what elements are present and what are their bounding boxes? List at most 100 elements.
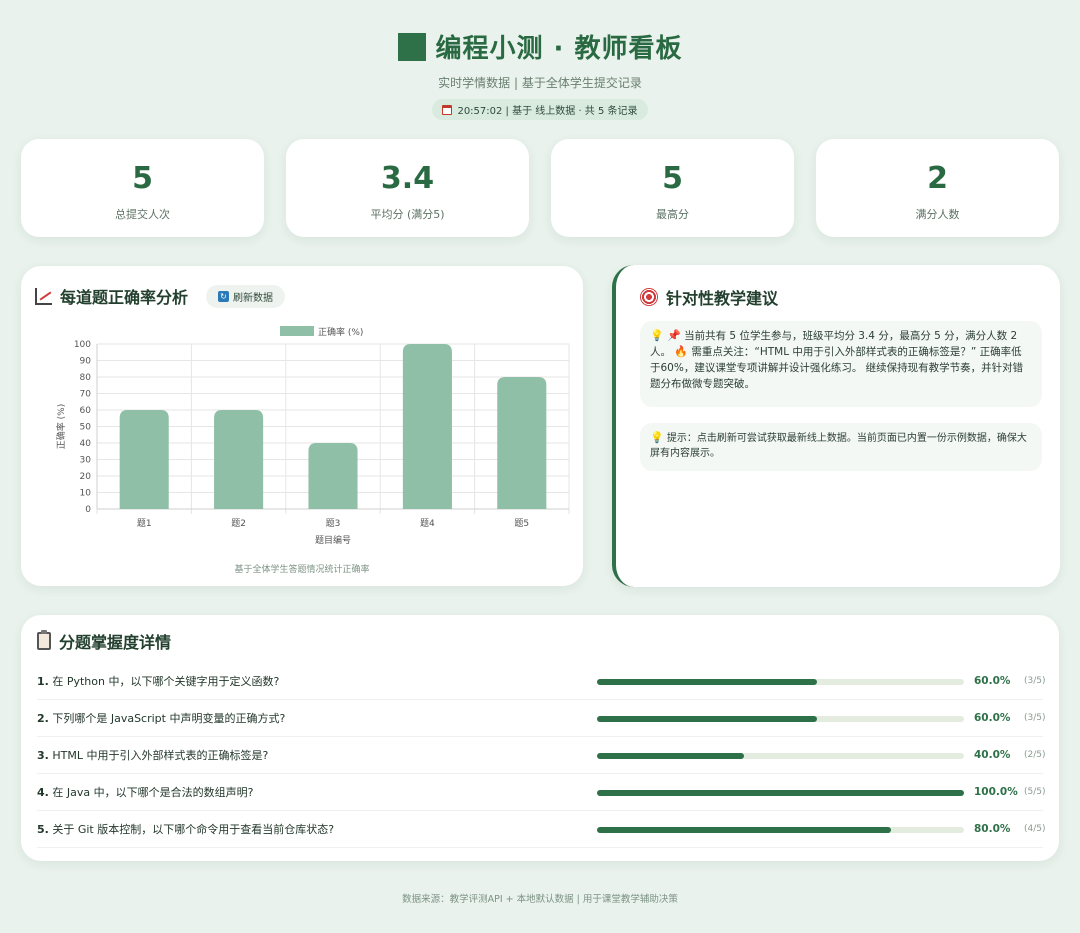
question-row: 2. 下列哪个是 JavaScript 中声明变量的正确方式? 60.0% (3…: [37, 700, 1046, 737]
correct-count: (3/5): [1024, 713, 1046, 723]
correct-count: (5/5): [1024, 787, 1046, 797]
stat-card-submissions: 5 总提交人次: [21, 139, 264, 237]
progress-track: [597, 716, 964, 722]
advice-title: 针对性教学建议: [666, 289, 779, 308]
question-text: 2. 下列哪个是 JavaScript 中声明变量的正确方式?: [37, 710, 597, 726]
x-tick-label: 题2: [231, 518, 246, 529]
logo-square-icon: [397, 32, 426, 61]
question-label: 下列哪个是 JavaScript 中声明变量的正确方式?: [52, 712, 286, 725]
advice-tip-text: 提示：点击刷新可尝试获取最新线上数据。当前页面已内置一份示例数据，确保大屏有内容…: [650, 433, 1027, 459]
page-header: 编程小测 · 教师看板 实时学情数据 | 基于全体学生提交记录 20:57:02…: [0, 28, 1080, 120]
progress-track: [597, 790, 964, 796]
question-text: 4. 在 Java 中，以下哪个是合法的数组声明?: [37, 784, 597, 800]
correct-count: (2/5): [1024, 750, 1046, 760]
progress-fill: [597, 716, 818, 722]
chart-note: 基于全体学生答题情况统计正确率: [234, 565, 370, 575]
correct-count: (4/5): [1024, 824, 1046, 834]
x-tick-label: 题5: [514, 518, 529, 529]
accuracy-bar-chart: 正确率 (%) 0 10 20 30 40 50 60 70 80 90 100 题1 题2 题3 题4 题5 题…: [55, 326, 570, 546]
question-number: 5.: [37, 823, 49, 836]
accuracy-chart-card: 每道题正确率分析 ↻ 刷新数据 正确率 (%) 0 10 20 30 40 50 60 70 80…: [21, 266, 583, 586]
clipboard-icon: [37, 630, 51, 650]
stat-value: 5: [132, 161, 153, 196]
legend-label: 正确率 (%): [318, 326, 363, 338]
progress-fill: [597, 753, 744, 759]
y-axis-title: 正确率 (%): [55, 404, 67, 449]
question-label: 在 Python 中，以下哪个关键字用于定义函数?: [52, 675, 280, 688]
y-tick-label: 40: [80, 439, 92, 449]
y-tick-label: 10: [80, 489, 92, 499]
bar: [214, 410, 264, 509]
stat-label: 满分人数: [915, 208, 960, 221]
target-icon: [640, 288, 658, 306]
progress-fill: [597, 827, 891, 833]
stat-label: 平均分 (满分5): [370, 208, 445, 221]
y-tick-label: 100: [74, 340, 91, 350]
question-row: 3. HTML 中用于引入外部样式表的正确标签是? 40.0% (2/5): [37, 737, 1046, 774]
page-footer: 数据来源：教学评测API + 本地默认数据 | 用于课堂教学辅助决策: [402, 894, 678, 905]
refresh-icon: ↻: [218, 290, 230, 302]
stat-value: 3.4: [380, 161, 435, 196]
question-row: 1. 在 Python 中，以下哪个关键字用于定义函数? 60.0% (3/5): [37, 663, 1046, 700]
y-tick-label: 70: [80, 390, 92, 400]
accuracy-percent: 60.0%: [974, 712, 1011, 724]
question-label: 在 Java 中，以下哪个是合法的数组声明?: [52, 786, 254, 799]
advice-header: 针对性教学建议: [640, 285, 778, 309]
status-badge: 20:57:02 | 基于 线上数据 · 共 5 条记录: [432, 99, 648, 120]
stat-label: 总提交人次: [115, 208, 170, 221]
question-label: HTML 中用于引入外部样式表的正确标签是?: [52, 749, 269, 762]
details-title: 分题掌握度详情: [59, 633, 172, 652]
x-tick-label: 题3: [326, 518, 341, 529]
accuracy-percent: 60.0%: [974, 675, 1011, 687]
y-tick-label: 0: [85, 505, 91, 515]
page-title: 编程小测 · 教师看板: [435, 34, 683, 64]
question-number: 3.: [37, 749, 49, 762]
y-tick-label: 30: [80, 456, 92, 466]
lightbulb-icon: 💡: [650, 329, 664, 342]
bar: [119, 410, 169, 509]
y-tick-label: 80: [80, 373, 92, 383]
progress-track: [597, 679, 964, 685]
progress-track: [597, 753, 964, 759]
x-tick-label: 题4: [420, 518, 435, 529]
status-text: 20:57:02 | 基于 线上数据 · 共 5 条记录: [457, 106, 638, 117]
question-number: 2.: [37, 712, 49, 725]
stat-card-full-marks: 2 满分人数: [816, 139, 1059, 237]
legend-swatch: [280, 326, 314, 336]
question-label: 关于 Git 版本控制，以下哪个命令用于查看当前仓库状态?: [52, 823, 335, 836]
details-header: 分题掌握度详情: [37, 629, 171, 653]
question-number: 4.: [37, 786, 49, 799]
pushpin-icon: 📌: [667, 329, 681, 342]
y-tick-label: 60: [80, 406, 92, 416]
refresh-button[interactable]: ↻ 刷新数据: [206, 284, 286, 308]
accuracy-percent: 40.0%: [974, 749, 1011, 761]
y-tick-label: 20: [80, 472, 92, 482]
page-subtitle: 实时学情数据 | 基于全体学生提交记录: [438, 76, 642, 90]
advice-main-box: 💡 📌 当前共有 5 位学生参与，班级平均分 3.4 分，最高分 5 分，满分人…: [640, 321, 1042, 407]
accuracy-percent: 80.0%: [974, 823, 1011, 835]
chart-card-header: 每道题正确率分析 ↻ 刷新数据: [35, 284, 286, 308]
stat-label: 最高分: [656, 208, 689, 221]
question-mastery-card: 分题掌握度详情 1. 在 Python 中，以下哪个关键字用于定义函数? 60.…: [21, 615, 1059, 861]
stat-card-max: 5 最高分: [551, 139, 794, 237]
question-text: 5. 关于 Git 版本控制，以下哪个命令用于查看当前仓库状态?: [37, 821, 597, 837]
x-tick-label: 题1: [137, 518, 152, 529]
accuracy-percent: 100.0%: [974, 786, 1018, 798]
y-tick-label: 90: [80, 357, 92, 367]
calendar-icon: [442, 104, 453, 115]
progress-fill: [597, 679, 818, 685]
stat-value: 2: [927, 161, 948, 196]
x-axis-title: 题目编号: [315, 534, 351, 546]
y-tick-label: 50: [80, 423, 92, 433]
bar: [402, 344, 452, 509]
chart-card-title: 每道题正确率分析: [60, 288, 189, 307]
lightbulb-icon: 💡: [650, 431, 664, 444]
refresh-label: 刷新数据: [233, 292, 274, 304]
question-text: 1. 在 Python 中，以下哪个关键字用于定义函数?: [37, 673, 597, 689]
bar: [497, 377, 547, 509]
progress-fill: [597, 790, 964, 796]
stat-value: 5: [662, 161, 683, 196]
question-text: 3. HTML 中用于引入外部样式表的正确标签是?: [37, 747, 597, 763]
question-row: 5. 关于 Git 版本控制，以下哪个命令用于查看当前仓库状态? 80.0% (…: [37, 811, 1046, 848]
chart-trend-icon: [35, 287, 52, 305]
